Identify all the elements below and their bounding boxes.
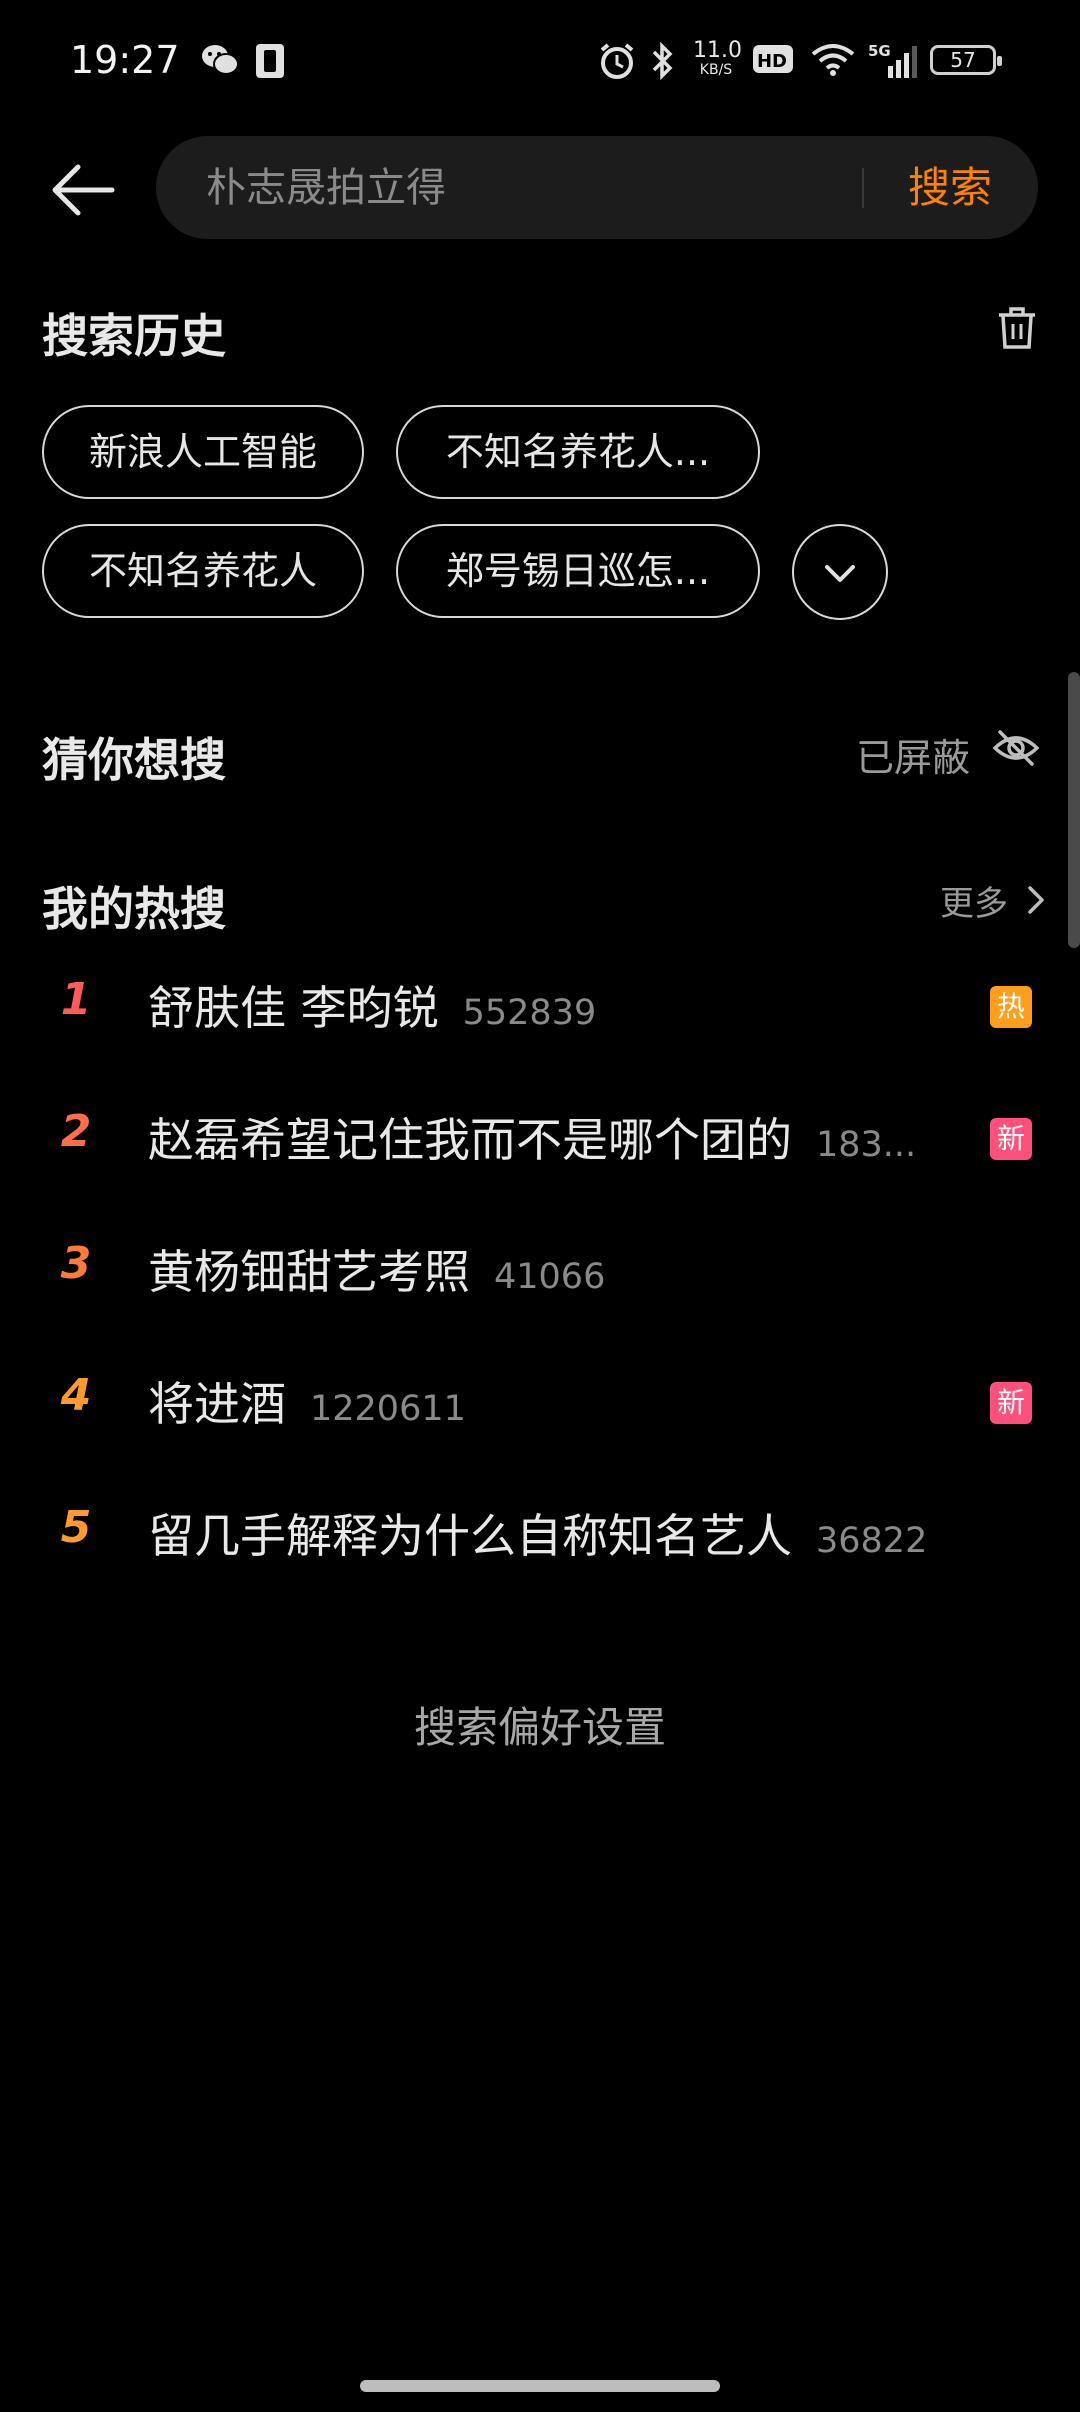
search-preferences-link[interactable]: 搜索偏好设置 bbox=[0, 1694, 1080, 1755]
history-chip[interactable]: 不知名养花人 bbox=[42, 524, 364, 618]
hot-item[interactable]: 2 赵磊希望记住我而不是哪个团的 183... 新 bbox=[0, 1088, 1080, 1188]
svg-text:HD: HD bbox=[757, 51, 787, 72]
status-time: 19:27 bbox=[70, 38, 180, 82]
chevron-right-icon[interactable] bbox=[1022, 882, 1048, 918]
scrollbar[interactable] bbox=[1068, 672, 1080, 948]
hot-item[interactable]: 3 黄杨钿甜艺考照 41066 bbox=[0, 1220, 1080, 1320]
hot-item-count: 41066 bbox=[494, 1257, 606, 1297]
search-page: 19:27 11.0 KB/S HD 5G 57 朴志晟拍立得 搜索 搜索历史 … bbox=[0, 0, 1080, 2412]
phone-icon bbox=[256, 44, 284, 78]
hot-rank: 4 bbox=[60, 1370, 92, 1421]
hot-item-title-line: 赵磊希望记住我而不是哪个团的 183... bbox=[148, 1104, 916, 1170]
alarm-icon bbox=[600, 43, 634, 79]
guess-title: 猜你想搜 bbox=[42, 733, 226, 787]
more-link[interactable]: 更多 bbox=[940, 876, 1008, 925]
hot-item-count: 183... bbox=[816, 1125, 917, 1165]
new-badge: 新 bbox=[990, 1382, 1032, 1424]
hot-item-title: 黄杨钿甜艺考照 bbox=[148, 1245, 470, 1299]
status-bar: 19:27 11.0 KB/S HD 5G 57 bbox=[0, 0, 1080, 120]
hot-item[interactable]: 1 舒肤佳 李昀锐 552839 热 bbox=[0, 956, 1080, 1056]
hot-item-title: 赵磊希望记住我而不是哪个团的 bbox=[148, 1113, 792, 1167]
hot-item-count: 1220611 bbox=[310, 1389, 466, 1429]
hd-icon: HD bbox=[753, 45, 793, 73]
hot-item[interactable]: 5 留几手解释为什么自称知名艺人 36822 bbox=[0, 1484, 1080, 1584]
signal-icon: 5G bbox=[868, 42, 917, 78]
hot-item-count: 552839 bbox=[462, 993, 597, 1033]
hot-item-title-line: 黄杨钿甜艺考照 41066 bbox=[148, 1236, 605, 1302]
trash-icon[interactable] bbox=[997, 306, 1037, 350]
hot-item-title-line: 留几手解释为什么自称知名艺人 36822 bbox=[148, 1500, 927, 1566]
search-input[interactable] bbox=[204, 136, 844, 239]
home-indicator[interactable] bbox=[360, 2380, 720, 2392]
network-type: 5G bbox=[868, 42, 891, 60]
eye-off-icon[interactable] bbox=[992, 724, 1040, 772]
history-title: 搜索历史 bbox=[42, 309, 226, 363]
net-speed: 11.0 KB/S bbox=[693, 38, 742, 79]
hot-rank: 5 bbox=[60, 1502, 92, 1553]
hot-item-count: 36822 bbox=[816, 1521, 928, 1561]
hot-item-title: 舒肤佳 李昀锐 bbox=[148, 981, 439, 1035]
hot-rank: 1 bbox=[60, 974, 92, 1025]
hot-rank: 3 bbox=[60, 1238, 92, 1289]
back-arrow-icon[interactable] bbox=[50, 155, 120, 225]
search-divider bbox=[862, 168, 864, 208]
search-button[interactable]: 搜索 bbox=[908, 136, 992, 239]
bluetooth-icon bbox=[652, 42, 673, 80]
hot-item-title: 留几手解释为什么自称知名艺人 bbox=[148, 1509, 792, 1563]
expand-history-button[interactable] bbox=[792, 524, 888, 620]
hot-item[interactable]: 4 将进酒 1220611 新 bbox=[0, 1352, 1080, 1452]
hot-item-title: 将进酒 bbox=[148, 1377, 286, 1431]
battery-icon: 57 bbox=[930, 45, 1002, 75]
history-chip[interactable]: 新浪人工智能 bbox=[42, 405, 364, 499]
search-box: 搜索 bbox=[156, 136, 1038, 239]
wifi-icon bbox=[811, 44, 855, 76]
history-chip[interactable]: 不知名养花人... bbox=[396, 405, 760, 499]
wechat-icon bbox=[202, 45, 239, 75]
new-badge: 新 bbox=[990, 1118, 1032, 1160]
hot-badge: 热 bbox=[990, 986, 1032, 1028]
chevron-down-icon bbox=[825, 565, 855, 582]
hot-rank: 2 bbox=[60, 1106, 92, 1157]
history-chip[interactable]: 郑号锡日巡怎... bbox=[396, 524, 760, 618]
hot-title: 我的热搜 bbox=[42, 882, 226, 936]
hot-item-title-line: 舒肤佳 李昀锐 552839 bbox=[148, 972, 596, 1038]
hidden-status-label[interactable]: 已屏蔽 bbox=[856, 727, 970, 782]
hot-item-title-line: 将进酒 1220611 bbox=[148, 1368, 466, 1434]
